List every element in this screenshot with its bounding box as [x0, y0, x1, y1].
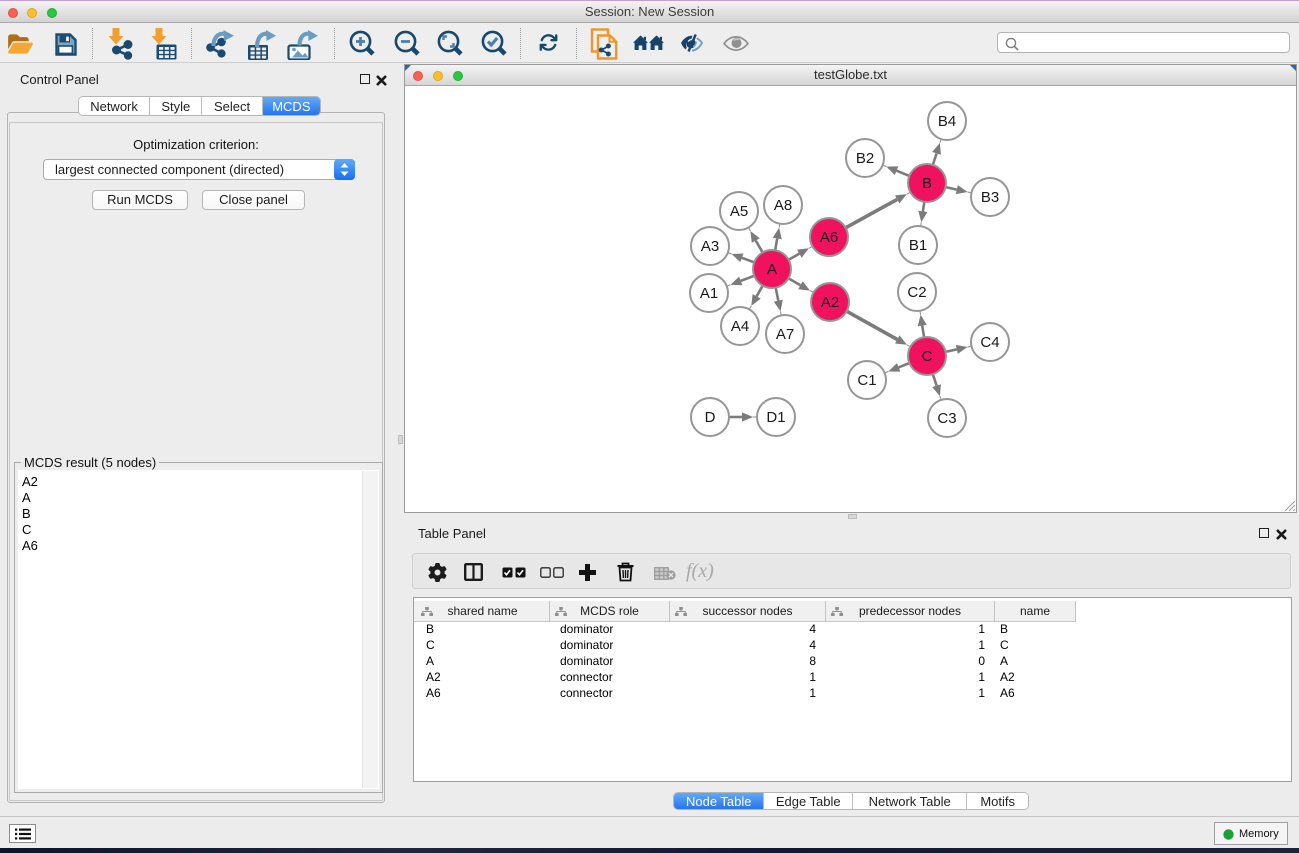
svg-text:D1: D1	[766, 409, 785, 426]
svg-text:A8: A8	[774, 197, 792, 214]
svg-text:B3: B3	[981, 189, 999, 206]
svg-text:B4: B4	[938, 113, 956, 130]
svg-text:B: B	[922, 175, 932, 192]
svg-text:A7: A7	[776, 326, 794, 343]
svg-text:A4: A4	[731, 318, 749, 335]
svg-text:A3: A3	[701, 238, 719, 255]
svg-text:C1: C1	[857, 372, 876, 389]
svg-text:D: D	[705, 409, 716, 426]
svg-text:C3: C3	[937, 410, 956, 427]
svg-text:C4: C4	[980, 334, 999, 351]
svg-text:A: A	[767, 261, 777, 278]
svg-text:B2: B2	[856, 150, 874, 167]
svg-text:B1: B1	[909, 237, 927, 254]
svg-text:A1: A1	[700, 285, 718, 302]
svg-text:A2: A2	[821, 294, 839, 311]
svg-text:A5: A5	[730, 203, 748, 220]
svg-text:A6: A6	[820, 229, 838, 246]
svg-text:C2: C2	[907, 284, 926, 301]
svg-text:C: C	[922, 348, 933, 365]
